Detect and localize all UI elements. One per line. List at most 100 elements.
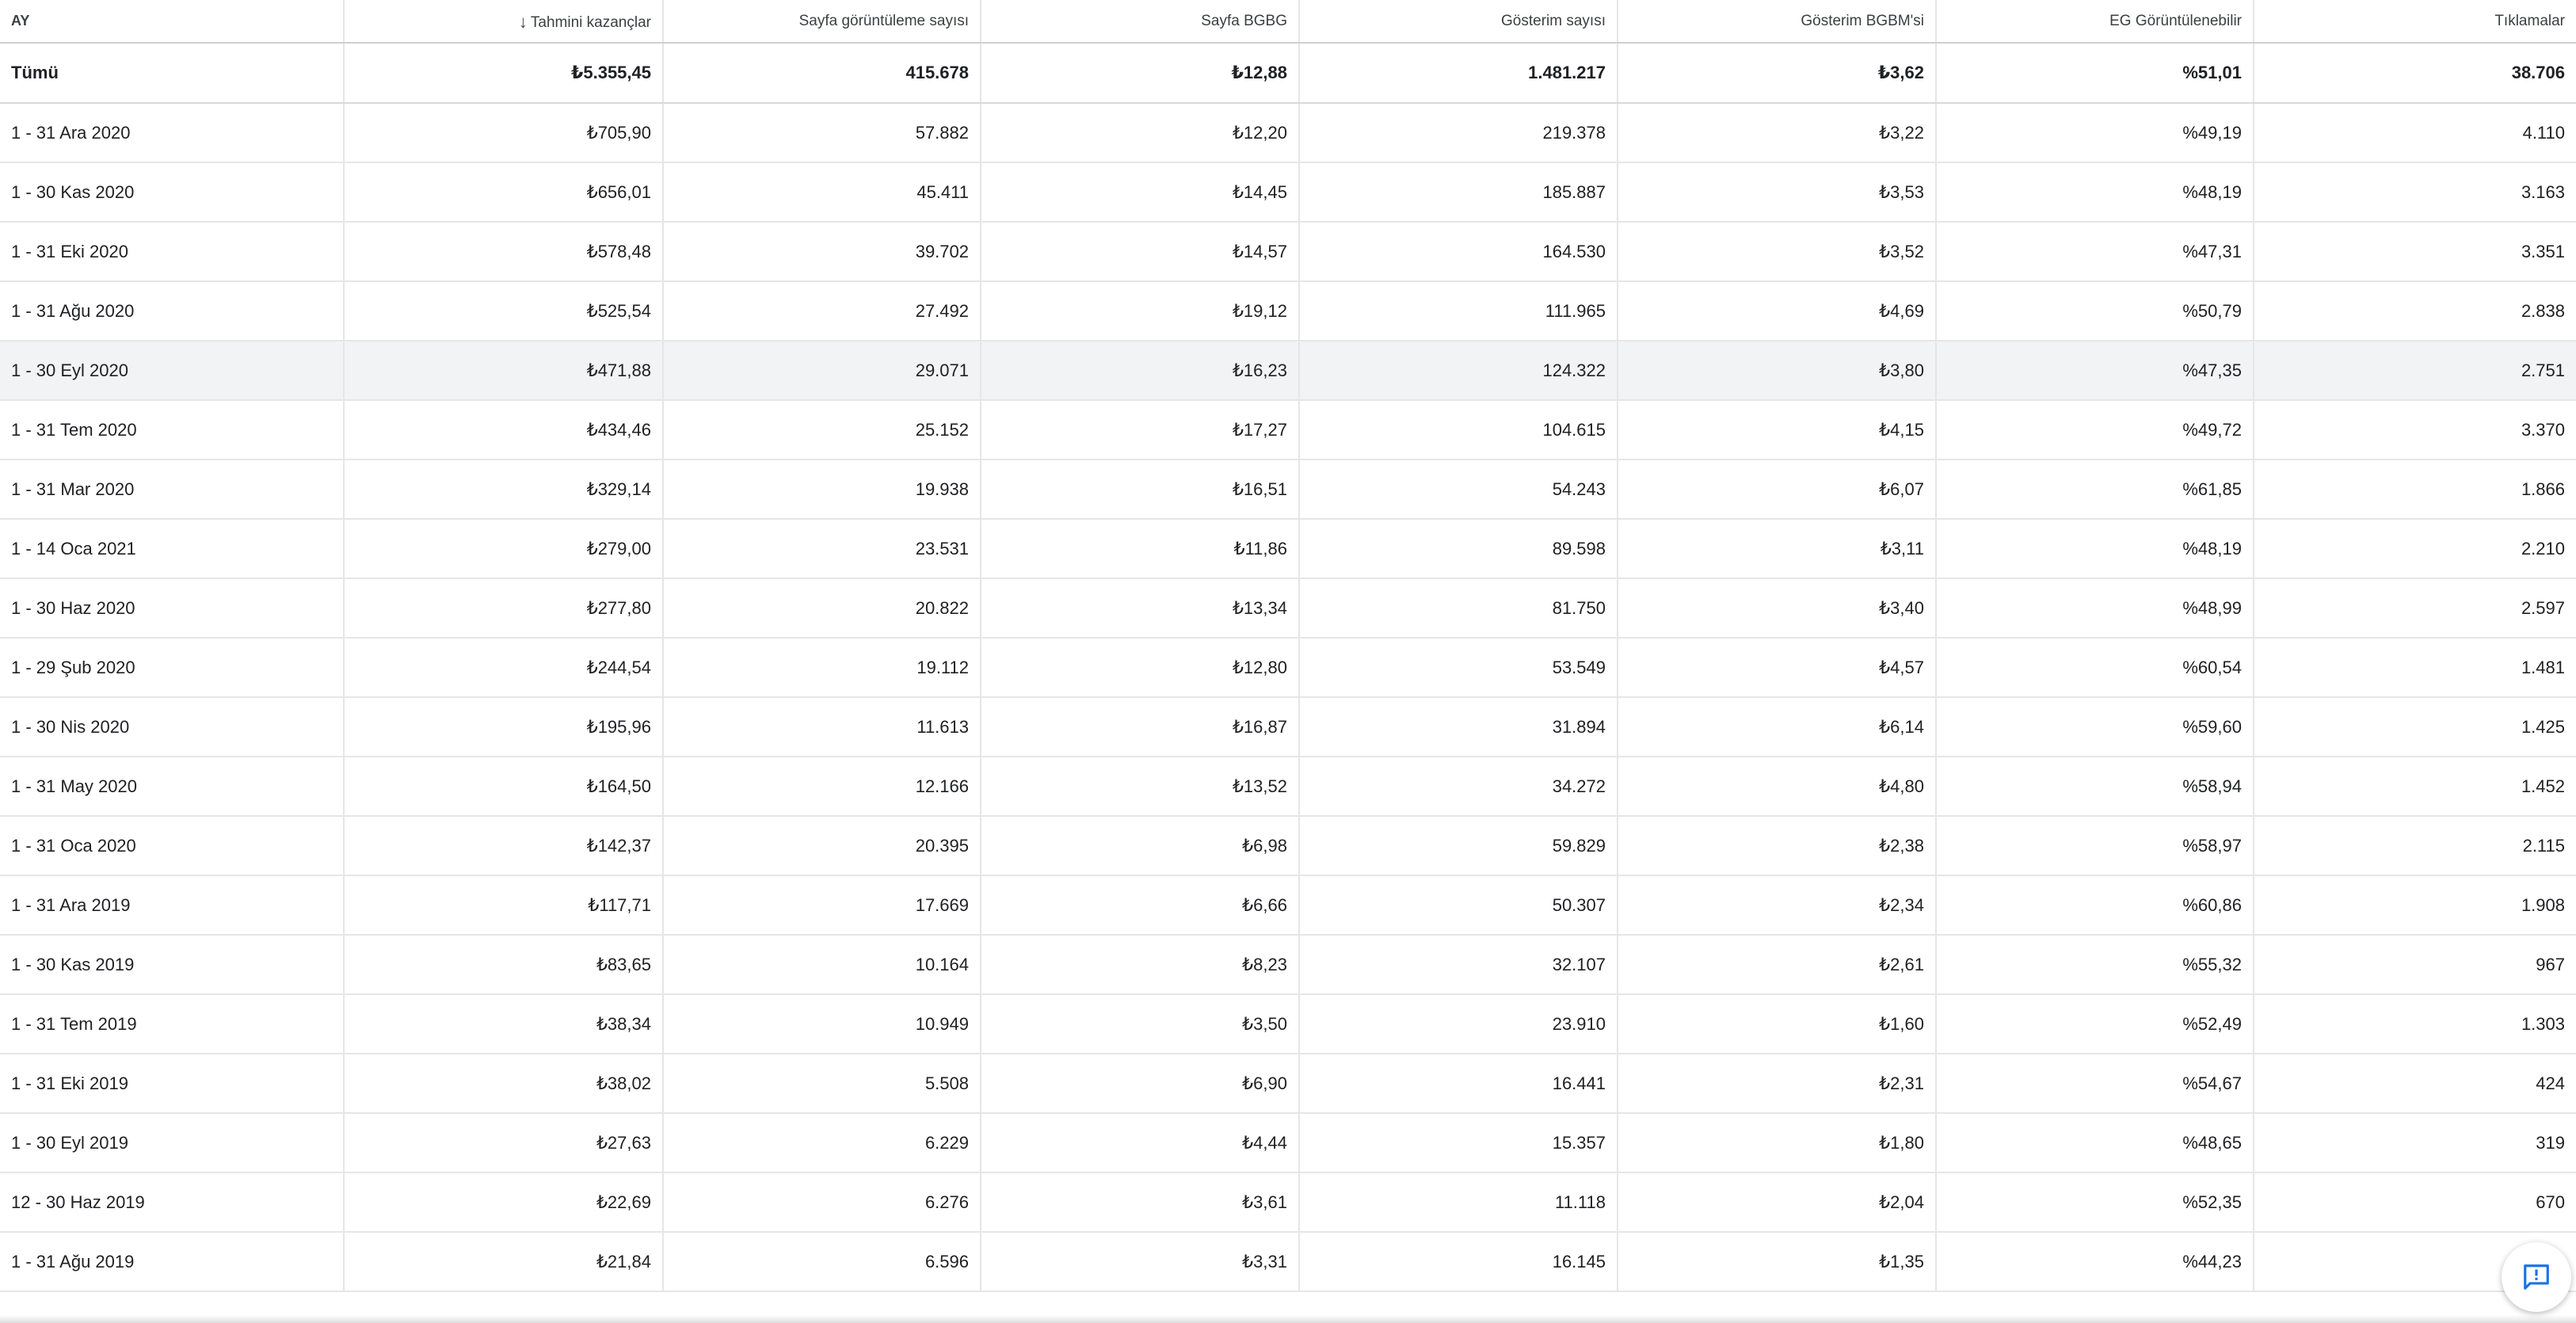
cell-impression_rpm: ₺3,80 xyxy=(1618,341,1937,401)
cell-month: 1 - 30 Eyl 2019 xyxy=(0,1113,345,1173)
cell-viewable: %47,31 xyxy=(1936,222,2254,282)
column-header-impressions[interactable]: Gösterim sayısı xyxy=(1299,0,1618,44)
cell-impression_rpm: ₺6,07 xyxy=(1618,459,1937,520)
cell-pageviews: 19.938 xyxy=(663,459,981,520)
cell-month: 1 - 14 Oca 2021 xyxy=(0,519,345,579)
table-row: 1 - 31 Eki 2019 ₺38,02 5.508 ₺6,90 16.441 ₺2,… xyxy=(0,1054,2576,1114)
cell-impressions: 16.441 xyxy=(1299,1054,1618,1114)
cell-viewable: %59,60 xyxy=(1936,697,2254,757)
report-table: AY ↓ Tahmini kazançlar Sayfa görüntüleme sa… xyxy=(0,0,2576,1292)
cell-earnings: ₺471,88 xyxy=(344,341,664,401)
cell-month: 1 - 31 Oca 2020 xyxy=(0,816,345,876)
cell-earnings: ₺27,63 xyxy=(344,1113,664,1173)
cell-impressions: 16.145 xyxy=(1299,1232,1618,1292)
sort-descending-icon: ↓ xyxy=(518,11,528,32)
cell-impression_rpm: ₺4,15 xyxy=(1618,400,1937,460)
cell-impressions: 124.322 xyxy=(1299,341,1618,401)
table-row: 1 - 30 Eyl 2020 ₺471,88 29.071 ₺16,23 124.32… xyxy=(0,341,2576,401)
cell-pageviews: 11.613 xyxy=(663,697,981,757)
cell-month: 1 - 30 Haz 2020 xyxy=(0,578,345,639)
column-header-pageviews[interactable]: Sayfa görüntüleme sayısı xyxy=(663,0,981,44)
cell-impression_rpm: ₺2,04 xyxy=(1618,1172,1937,1233)
cell-viewable: %61,85 xyxy=(1936,459,2254,520)
cell-earnings: ₺434,46 xyxy=(344,400,664,460)
table-row: 1 - 31 Ağu 2020 ₺525,54 27.492 ₺19,12 111.96… xyxy=(0,281,2576,341)
cell-page_rpm: ₺8,23 xyxy=(981,935,1300,995)
cell-earnings: ₺38,34 xyxy=(344,994,664,1054)
cell-month: 1 - 30 Eyl 2020 xyxy=(0,341,345,401)
cell-impressions: 185.887 xyxy=(1299,162,1618,223)
cell-earnings: ₺83,65 xyxy=(344,935,664,995)
column-header-earnings[interactable]: ↓ Tahmini kazançlar xyxy=(344,0,664,44)
cell-impression_rpm: ₺1,60 xyxy=(1618,994,1937,1054)
cell-earnings: ₺279,00 xyxy=(344,519,664,579)
cell-month: 1 - 30 Kas 2020 xyxy=(0,162,345,223)
cell-page_rpm: ₺12,80 xyxy=(981,638,1300,698)
cell-page_rpm: ₺16,51 xyxy=(981,459,1300,520)
table-row: 1 - 31 Mar 2020 ₺329,14 19.938 ₺16,51 54.243… xyxy=(0,459,2576,520)
cell-earnings: ₺38,02 xyxy=(344,1054,664,1114)
cell-impressions: 23.910 xyxy=(1299,994,1618,1054)
column-header-label: Tıklamalar xyxy=(2494,12,2565,29)
cell-impressions: 104.615 xyxy=(1299,400,1618,460)
column-header-month[interactable]: AY xyxy=(0,0,345,44)
cell-earnings: ₺244,54 xyxy=(344,638,664,698)
column-header-clicks[interactable]: Tıklamalar xyxy=(2254,0,2576,44)
cell-impression_rpm: ₺1,35 xyxy=(1618,1232,1937,1292)
feedback-button[interactable] xyxy=(2502,1242,2571,1312)
table-row: 1 - 31 Eki 2020 ₺578,48 39.702 ₺14,57 164.53… xyxy=(0,222,2576,282)
cell-earnings: ₺117,71 xyxy=(344,875,664,936)
table-row: 1 - 31 Oca 2020 ₺142,37 20.395 ₺6,98 59.829 ₺… xyxy=(0,816,2576,876)
cell-earnings: ₺656,01 xyxy=(344,162,664,223)
cell-viewable: %47,35 xyxy=(1936,341,2254,401)
cell-pageviews: 19.112 xyxy=(663,638,981,698)
feedback-icon xyxy=(2524,1264,2549,1290)
table-row: 1 - 29 Şub 2020 ₺244,54 19.112 ₺12,80 53.549… xyxy=(0,638,2576,698)
table-row: 1 - 30 Kas 2020 ₺656,01 45.411 ₺14,45 185.88… xyxy=(0,162,2576,223)
column-header-impression_rpm[interactable]: Gösterim BGBM'si xyxy=(1618,0,1937,44)
cell-impression_rpm: ₺3,11 xyxy=(1618,519,1937,579)
cell-viewable: %60,54 xyxy=(1936,638,2254,698)
column-header-page_rpm[interactable]: Sayfa BGBG xyxy=(981,0,1300,44)
cell-clicks: 38.706 xyxy=(2254,43,2576,104)
cell-clicks: 319 xyxy=(2254,1113,2576,1173)
cell-clicks: 1.303 xyxy=(2254,994,2576,1054)
cell-impressions: 50.307 xyxy=(1299,875,1618,936)
cell-viewable: %52,49 xyxy=(1936,994,2254,1054)
cell-clicks: 3.370 xyxy=(2254,400,2576,460)
cell-viewable: %60,86 xyxy=(1936,875,2254,936)
cell-clicks: 2.210 xyxy=(2254,519,2576,579)
cell-page_rpm: ₺19,12 xyxy=(981,281,1300,341)
cell-impression_rpm: ₺2,38 xyxy=(1618,816,1937,876)
table-row: 12 - 30 Haz 2019 ₺22,69 6.276 ₺3,61 11.118 ₺2… xyxy=(0,1172,2576,1233)
cell-page_rpm: ₺16,87 xyxy=(981,697,1300,757)
cell-page_rpm: ₺6,90 xyxy=(981,1054,1300,1114)
column-header-viewable[interactable]: EG Görüntülenebilir xyxy=(1936,0,2254,44)
cell-earnings: ₺329,14 xyxy=(344,459,664,520)
cell-impression_rpm: ₺2,34 xyxy=(1618,875,1937,936)
cell-month: 1 - 31 Eki 2019 xyxy=(0,1054,345,1114)
cell-page_rpm: ₺12,88 xyxy=(981,43,1300,104)
cell-clicks: 967 xyxy=(2254,935,2576,995)
cell-viewable: %58,97 xyxy=(1936,816,2254,876)
cell-clicks: 1.866 xyxy=(2254,459,2576,520)
cell-impressions: 34.272 xyxy=(1299,757,1618,817)
cell-viewable: %51,01 xyxy=(1936,43,2254,104)
column-header-label: Gösterim sayısı xyxy=(1501,12,1606,29)
table-row: 1 - 30 Nis 2020 ₺195,96 11.613 ₺16,87 31.894… xyxy=(0,697,2576,757)
cell-impression_rpm: ₺3,40 xyxy=(1618,578,1937,639)
cell-clicks: 424 xyxy=(2254,1054,2576,1114)
cell-pageviews: 27.492 xyxy=(663,281,981,341)
cell-impressions: 111.965 xyxy=(1299,281,1618,341)
cell-impressions: 53.549 xyxy=(1299,638,1618,698)
cell-impressions: 59.829 xyxy=(1299,816,1618,876)
cell-impression_rpm: ₺3,62 xyxy=(1618,43,1937,104)
cell-month: 1 - 31 Eki 2020 xyxy=(0,222,345,282)
cell-earnings: ₺21,84 xyxy=(344,1232,664,1292)
cell-month: 1 - 31 Mar 2020 xyxy=(0,459,345,520)
cell-viewable: %48,99 xyxy=(1936,578,2254,639)
cell-pageviews: 25.152 xyxy=(663,400,981,460)
table-header: AY ↓ Tahmini kazançlar Sayfa görüntüleme sa… xyxy=(0,0,2576,44)
table-row: 1 - 31 May 2020 ₺164,50 12.166 ₺13,52 34.272… xyxy=(0,757,2576,817)
cell-viewable: %48,19 xyxy=(1936,519,2254,579)
